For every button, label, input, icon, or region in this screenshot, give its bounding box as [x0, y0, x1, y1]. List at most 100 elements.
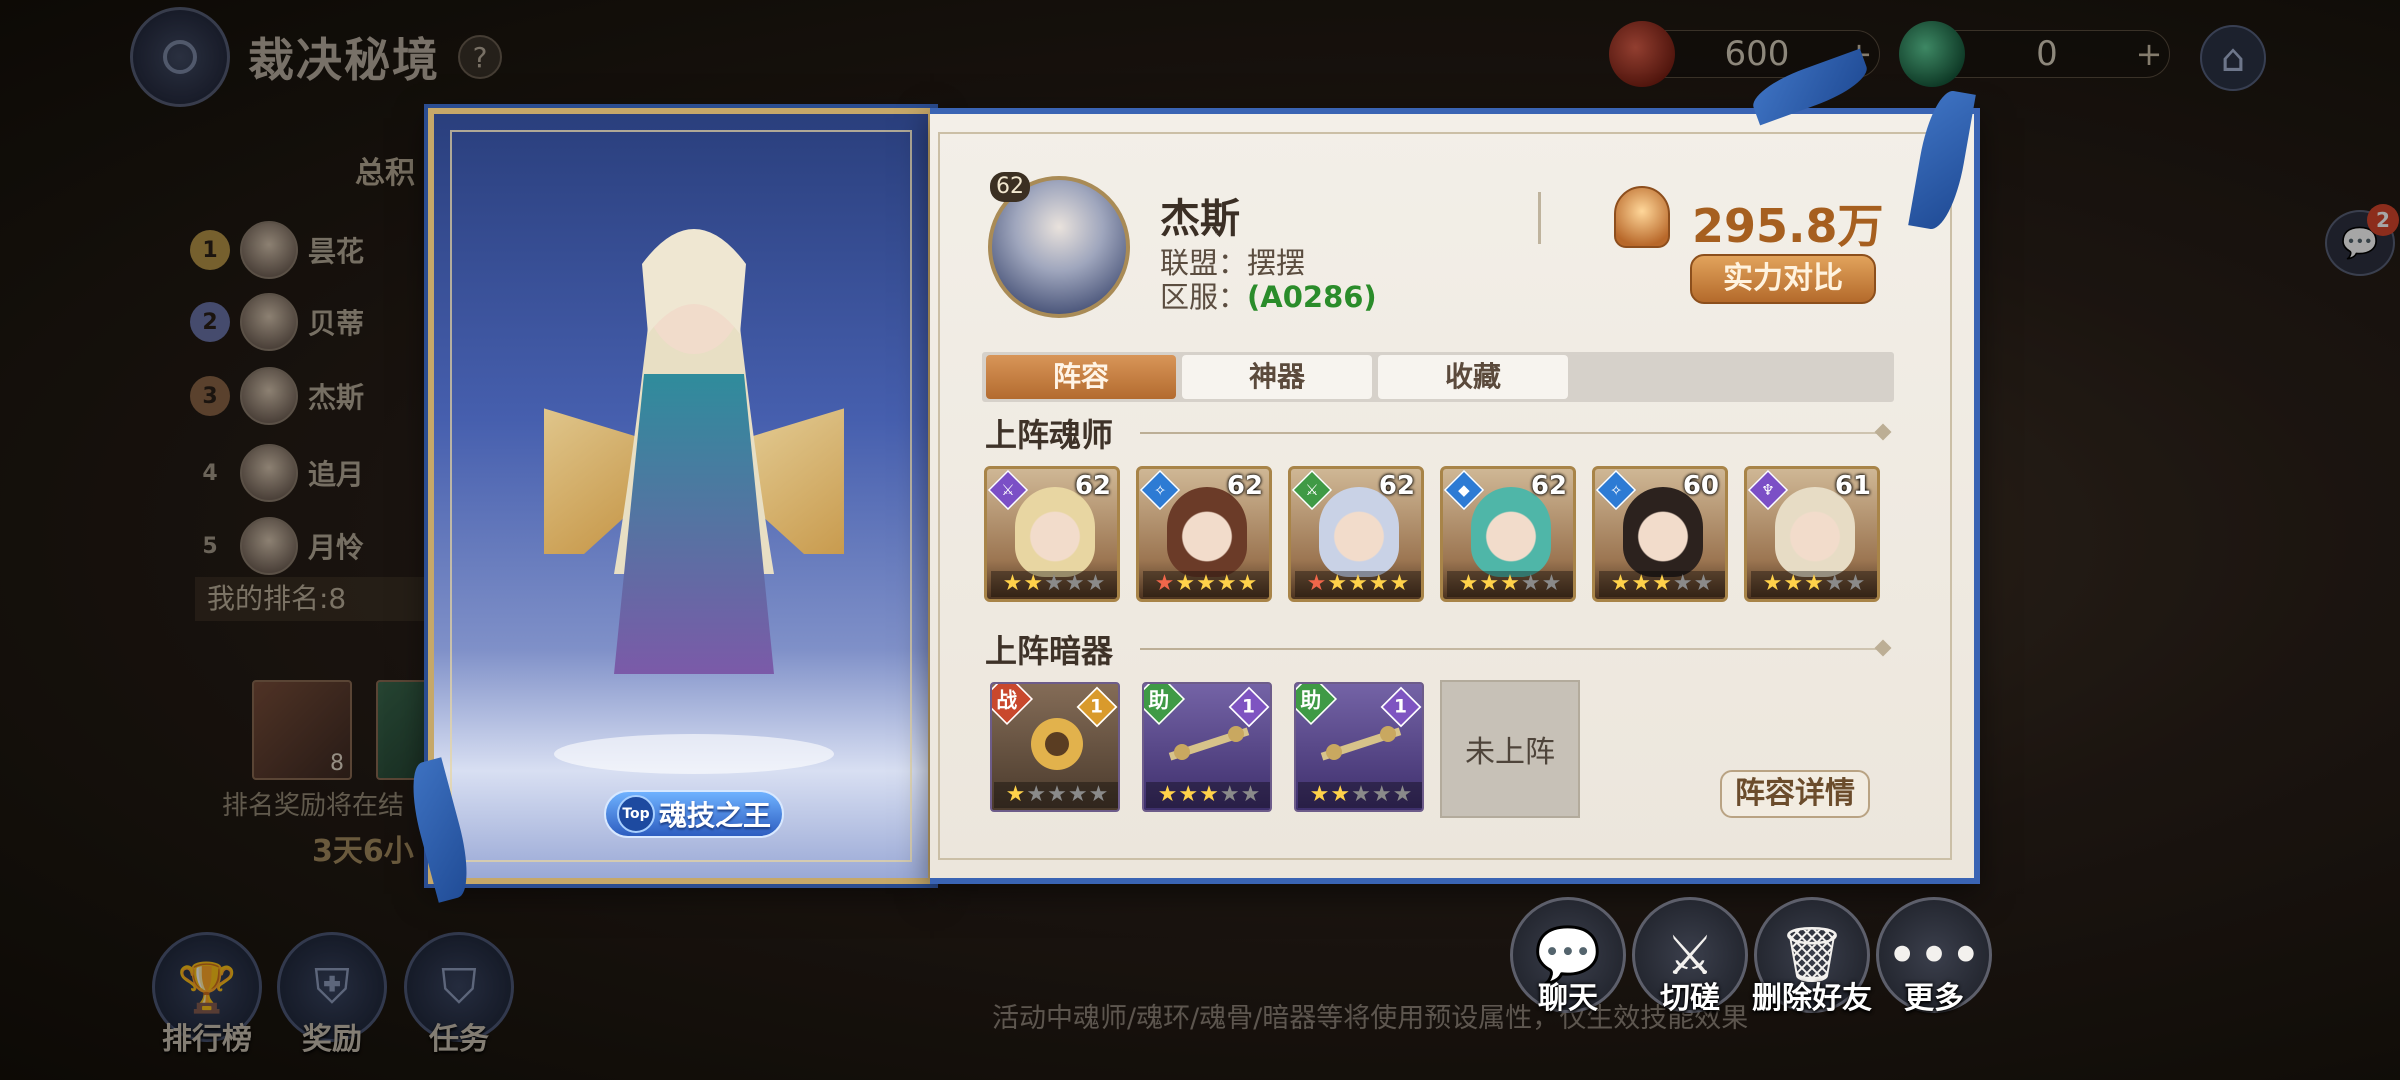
star-icon: ★	[1631, 571, 1652, 596]
delete-friend-button[interactable]: 🗑 删除好友	[1752, 897, 1872, 1016]
tab-lineup[interactable]: 阵容	[986, 355, 1176, 399]
player-server: 区服：(A0286)	[1160, 274, 1377, 316]
star-icon: ★	[1044, 571, 1064, 596]
weapon-card[interactable]: 助 1 ★ ★ ★ ★ ★	[1142, 682, 1272, 812]
lineup-detail-button[interactable]: 阵容详情	[1720, 770, 1870, 818]
star-icon: ★	[1154, 571, 1175, 596]
heroes-section-title: 上阵魂师	[985, 416, 1114, 454]
star-icon: ★	[1067, 782, 1088, 807]
hero-card[interactable]: ♆ 61 ★ ★ ★ ★ ★	[1744, 466, 1880, 602]
star-icon: ★	[1500, 571, 1520, 596]
tab-collection[interactable]: 收藏	[1378, 355, 1568, 399]
star-icon: ★	[1371, 782, 1392, 807]
star-icon: ★	[1240, 782, 1261, 807]
star-icon: ★	[1199, 782, 1219, 807]
star-icon: ★	[1389, 571, 1410, 596]
hero-level: 62	[1226, 471, 1263, 501]
title-top-badge: Top	[616, 795, 655, 833]
star-icon: ★	[1762, 571, 1783, 596]
star-icon: ★	[1219, 782, 1240, 807]
hero-card[interactable]: ✧ 60 ★ ★ ★ ★ ★	[1592, 466, 1728, 602]
star-icon: ★	[1306, 571, 1327, 596]
weapons-section-title: 上阵暗器	[985, 632, 1114, 670]
hero-card[interactable]: ✧ 62 ★ ★ ★ ★ ★	[1136, 466, 1272, 602]
class-glyph: ✧	[1153, 480, 1167, 499]
star-icon: ★	[1348, 571, 1368, 596]
star-icon: ★	[1479, 571, 1500, 596]
action-label: 更多	[1904, 981, 1964, 1016]
combat-power: 295.8万	[1692, 199, 1884, 253]
star-rating: ★ ★ ★ ★ ★	[1751, 571, 1877, 597]
star-icon: ★	[1175, 571, 1196, 596]
compare-power-button[interactable]: 实力对比	[1690, 254, 1876, 304]
star-rating: ★ ★ ★ ★ ★	[991, 571, 1117, 597]
star-icon: ★	[1023, 571, 1044, 596]
star-icon: ★	[1783, 571, 1804, 596]
star-icon: ★	[1520, 571, 1541, 596]
star-icon: ★	[1088, 782, 1109, 807]
star-rating: ★ ★ ★ ★ ★	[1146, 782, 1270, 808]
hero-card[interactable]: ⚔ 62 ★ ★ ★ ★ ★	[984, 466, 1120, 602]
hero-portrait	[544, 229, 844, 774]
star-icon: ★	[1157, 782, 1178, 807]
class-glyph: ⚔	[1001, 481, 1015, 499]
player-level: 62	[990, 172, 1030, 202]
star-icon: ★	[1368, 571, 1389, 596]
title-text: 魂技之王	[658, 799, 771, 832]
title-badge: Top 魂技之王	[604, 790, 784, 838]
star-icon: ★	[1005, 782, 1026, 807]
player-avatar[interactable]: 62	[988, 172, 1130, 324]
class-glyph: ⚔	[1305, 481, 1319, 499]
weapon-icon	[1031, 718, 1083, 770]
player-title-card: Top 魂技之王	[428, 108, 934, 884]
star-icon: ★	[1026, 782, 1047, 807]
star-icon: ★	[1672, 571, 1693, 596]
star-icon: ★	[1610, 571, 1631, 596]
star-icon: ★	[1216, 571, 1237, 596]
star-icon: ★	[1064, 571, 1085, 596]
spar-button[interactable]: ⚔ 切磋	[1632, 897, 1748, 1016]
star-icon: ★	[1330, 782, 1351, 807]
weapon-icon	[1168, 726, 1250, 761]
star-icon: ★	[1458, 571, 1479, 596]
star-icon: ★	[1196, 571, 1216, 596]
server-label: 区服：	[1160, 280, 1248, 314]
star-icon: ★	[1652, 571, 1672, 596]
hero-level: 60	[1682, 471, 1719, 501]
star-rating: ★ ★ ★ ★ ★	[1298, 782, 1422, 808]
tab-bar: 阵容 神器 收藏	[982, 352, 1894, 402]
star-icon: ★	[1804, 571, 1824, 596]
hero-level: 62	[1378, 471, 1415, 501]
weapon-card[interactable]: 助 1 ★ ★ ★ ★ ★	[1294, 682, 1424, 812]
star-icon: ★	[1845, 571, 1866, 596]
chat-button[interactable]: 💬 聊天	[1510, 897, 1626, 1016]
star-icon: ★	[1351, 782, 1371, 807]
star-icon: ★	[1002, 571, 1023, 596]
class-glyph: ◆	[1458, 480, 1470, 499]
star-rating: ★ ★ ★ ★ ★	[1143, 571, 1269, 597]
class-glyph: ✧	[1609, 480, 1623, 499]
star-icon: ★	[1824, 571, 1845, 596]
weapon-card[interactable]: 战 1 ★ ★ ★ ★ ★	[990, 682, 1120, 812]
server-value: (A0286)	[1247, 280, 1377, 314]
star-icon: ★	[1309, 782, 1330, 807]
hero-level: 61	[1834, 471, 1871, 501]
star-icon: ★	[1085, 571, 1106, 596]
tab-artifacts[interactable]: 神器	[1182, 355, 1372, 399]
star-icon: ★	[1237, 571, 1258, 596]
star-rating: ★ ★ ★ ★ ★	[1447, 571, 1573, 597]
hero-card[interactable]: ◆ 62 ★ ★ ★ ★ ★	[1440, 466, 1576, 602]
star-icon: ★	[1047, 782, 1067, 807]
star-icon: ★	[1327, 571, 1348, 596]
hero-level: 62	[1530, 471, 1567, 501]
star-icon: ★	[1392, 782, 1413, 807]
player-name: 杰斯	[1160, 196, 1240, 242]
hero-card[interactable]: ⚔ 62 ★ ★ ★ ★ ★	[1288, 466, 1424, 602]
more-button[interactable]: ••• 更多	[1876, 897, 1992, 1016]
star-icon: ★	[1693, 571, 1714, 596]
star-icon: ★	[1541, 571, 1562, 596]
weapon-icon	[1320, 726, 1402, 761]
star-icon: ★	[1178, 782, 1199, 807]
star-rating: ★ ★ ★ ★ ★	[1295, 571, 1421, 597]
empty-weapon-slot[interactable]: 未上阵	[1440, 680, 1580, 818]
